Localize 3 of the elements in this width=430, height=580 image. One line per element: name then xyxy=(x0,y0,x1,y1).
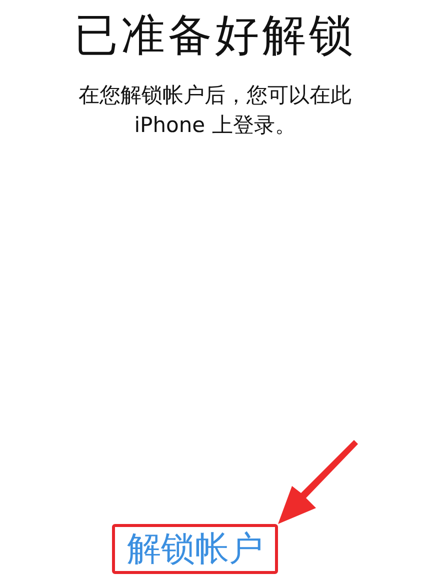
unlock-account-button[interactable]: 解锁帐户 xyxy=(125,529,265,569)
screen-title: 已准备好解锁 xyxy=(74,9,356,63)
unlock-message: 在您解锁帐户后，您可以在此iPhone 上登录。 xyxy=(78,82,352,139)
